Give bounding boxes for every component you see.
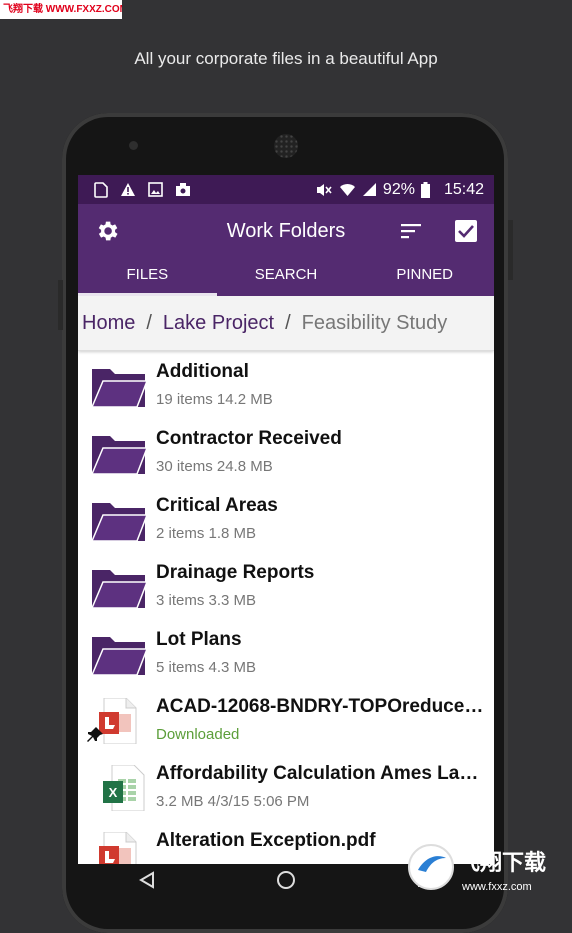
folder-icon [90,436,148,475]
file-detail: 5 items 4.3 MB [156,659,257,676]
file-detail: 3 items 3.3 MB [156,592,257,609]
folder-icon [90,369,148,408]
wifi-icon [339,184,355,196]
earpiece-speaker [274,134,298,158]
file-name: Drainage Reports [156,562,315,583]
file-name: Affordability Calculation Ames Lake.xlsx [156,763,486,784]
file-name: Lot Plans [156,629,242,650]
breadcrumb: Home / Lake Project / Feasibility Study [78,296,494,351]
app-title: Work Folders [226,220,346,242]
pdf-file-icon [99,832,137,864]
list-item[interactable]: Contractor Received 30 items 24.8 MB [78,418,494,485]
status-bar-left [94,181,191,198]
signal-icon [362,183,376,196]
back-icon[interactable] [138,870,156,894]
camera-upload-icon [176,183,190,196]
battery-percent: 92% [382,180,415,198]
file-name: ACAD-12068-BNDRY-TOPOreduced.pdf [156,696,486,717]
sort-icon[interactable] [396,216,426,246]
list-item[interactable]: Additional 19 items 14.2 MB [78,351,494,418]
folder-icon [90,503,148,542]
folder-icon [90,570,148,609]
file-name: Contractor Received [156,428,342,449]
breadcrumb-feasibility-study: Feasibility Study [301,311,448,334]
sim-icon [94,181,108,198]
breadcrumb-separator: / [285,311,291,334]
tagline: All your corporate files in a beautiful … [134,49,438,68]
pin-icon [87,727,103,742]
file-detail: 2 items 1.8 MB [156,525,257,542]
tab-search[interactable]: SEARCH [217,256,356,296]
file-detail: 3.2 MB 4/3/15 5:06 PM [156,793,310,810]
front-camera [129,141,138,150]
excel-file-icon: X [103,765,145,811]
image-icon [148,182,163,197]
breadcrumb-separator: / [146,311,152,334]
watermark-brand: 飞翔下载 [458,850,546,876]
tab-files[interactable]: FILES [78,256,217,296]
watermark-logo: 飞翔下载 www.fxxz.com [404,840,572,900]
list-item[interactable]: ACAD-12068-BNDRY-TOPOreduced.pdf Downloa… [78,686,494,753]
status-bar: 92% 15:42 [78,175,494,204]
warning-icon [121,183,135,196]
list-item[interactable]: X Affordability Calculation Ames Lake.xl… [78,753,494,820]
tab-pinned[interactable]: PINNED [355,256,494,296]
mute-icon [316,183,332,196]
folder-icon [90,637,148,676]
breadcrumb-lake-project[interactable]: Lake Project [163,312,274,335]
select-checkbox-icon[interactable] [451,216,481,246]
file-name: Additional [156,361,249,382]
phone-screen: 92% 15:42 Work Folders FILES SEARCH PINN… [78,175,494,864]
status-bar-right: 92% 15:42 [315,181,484,199]
svg-text:X: X [109,785,118,800]
phone-side-button [58,280,63,330]
battery-icon [420,181,430,198]
clock: 15:42 [443,180,484,198]
app-bar: Work Folders FILES SEARCH PINNED [78,204,494,296]
list-item[interactable]: Lot Plans 5 items 4.3 MB [78,619,494,686]
file-detail: 30 items 24.8 MB [156,458,273,475]
tab-bar: FILES SEARCH PINNED [78,256,494,296]
file-name: Critical Areas [156,495,278,516]
list-item[interactable]: Drainage Reports 3 items 3.3 MB [78,552,494,619]
download-status: Downloaded [156,726,240,743]
watermark-top: 飞翔下载 WWW.FXXZ.COM [0,0,122,19]
list-item[interactable]: Critical Areas 2 items 1.8 MB [78,485,494,552]
file-detail: 19 items 14.2 MB [156,391,273,408]
home-icon[interactable] [276,870,296,895]
phone-side-button [508,220,513,280]
file-list: Additional 19 items 14.2 MB Contractor R… [78,351,494,864]
watermark-url: www.fxxz.com [461,881,532,893]
breadcrumb-home[interactable]: Home [82,312,135,335]
